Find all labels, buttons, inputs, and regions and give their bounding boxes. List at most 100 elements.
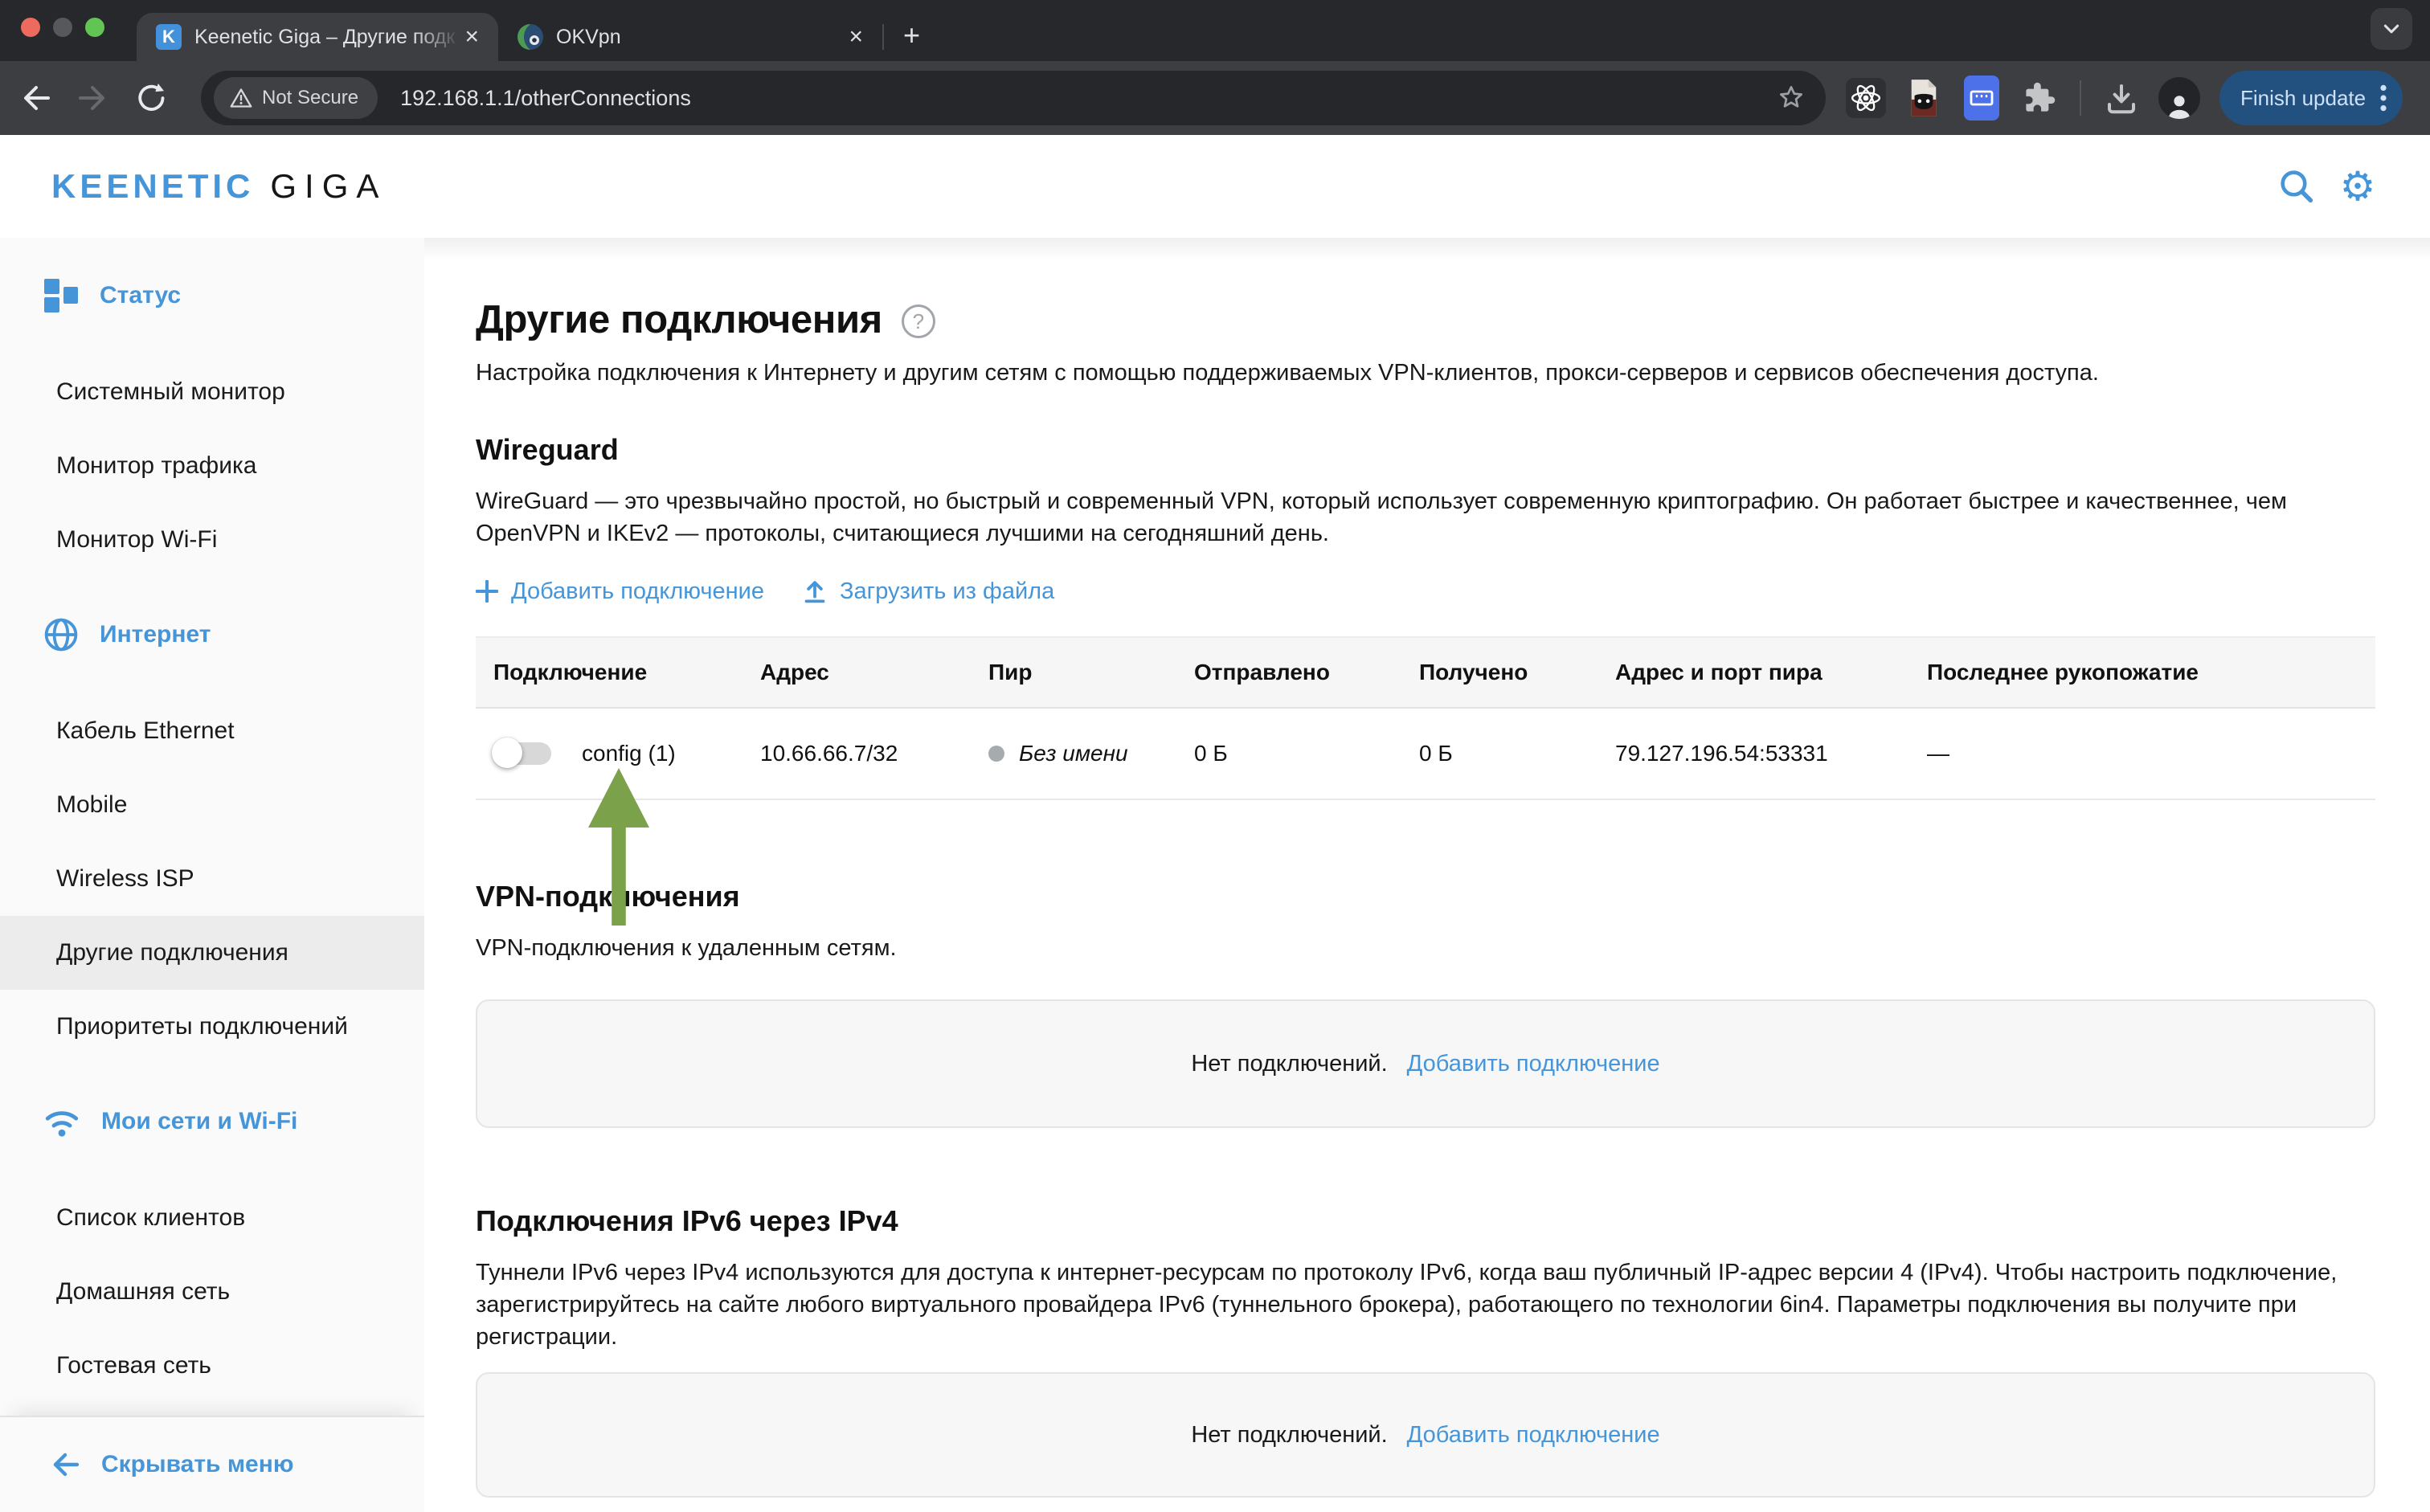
arrow-left-icon: [18, 80, 53, 116]
sidebar-item-label: Приоритеты подключений: [56, 1013, 348, 1040]
sidebar-section-label: Статус: [100, 282, 181, 309]
browser-tabstrip: K Keenetic Giga – Другие подк × OKVpn × …: [0, 0, 2430, 61]
sidebar-item-client-list[interactable]: Список клиентов: [0, 1181, 424, 1255]
sidebar-item-traffic-monitor[interactable]: Монитор трафика: [0, 429, 424, 503]
address-bar[interactable]: Not Secure 192.168.1.1/otherConnections: [201, 71, 1826, 125]
tab-title: OKVpn: [556, 26, 845, 49]
sidebar-section-my-networks[interactable]: Мои сети и Wi-Fi: [0, 1085, 424, 1159]
close-tab-icon[interactable]: ×: [461, 25, 482, 49]
page-title: Другие подключения: [476, 296, 882, 344]
extensions-button[interactable]: [2015, 74, 2064, 122]
overflow-menu-icon: [2380, 84, 2387, 112]
security-chip[interactable]: Not Secure: [214, 77, 378, 119]
sidebar-item-guest-network[interactable]: Гостевая сеть: [0, 1329, 424, 1403]
download-icon: [2104, 80, 2139, 116]
tab-keenetic[interactable]: K Keenetic Giga – Другие подк ×: [137, 13, 498, 61]
sidebar-item-home-network[interactable]: Домашняя сеть: [0, 1255, 424, 1329]
avatar: [2158, 77, 2200, 119]
peer-name: Без имени: [1019, 741, 1128, 766]
column-header: Последнее рукопожатие: [1927, 660, 2375, 685]
sidebar-item-other-connections[interactable]: Другие подключения: [0, 916, 424, 990]
sidebar-section-internet[interactable]: Интернет: [0, 598, 424, 672]
sidebar-item-connection-priorities[interactable]: Приоритеты подключений: [0, 990, 424, 1064]
reload-button[interactable]: [122, 69, 180, 127]
sidebar-item-label: Монитор Wi-Fi: [56, 526, 217, 554]
column-header: Адрес и порт пира: [1615, 660, 1927, 685]
new-tab-button[interactable]: +: [903, 21, 920, 50]
finish-update-button[interactable]: Finish update: [2219, 71, 2403, 125]
ipv6-empty-state: Нет подключений. Добавить подключение: [476, 1372, 2375, 1498]
screen: K Keenetic Giga – Другие подк × OKVpn × …: [0, 0, 2430, 1512]
tab-title: Keenetic Giga – Другие подк: [194, 26, 461, 49]
window-minimize-button[interactable]: [53, 18, 72, 37]
back-button[interactable]: [6, 69, 64, 127]
help-icon[interactable]: ?: [902, 304, 935, 338]
window-close-button[interactable]: [21, 18, 40, 37]
sidebar-section-status[interactable]: Статус: [0, 259, 424, 333]
connection-address: 10.66.66.7/32: [760, 741, 988, 766]
sidebar: Статус Системный монитор Монитор трафика…: [0, 238, 424, 1512]
arrow-right-icon: [76, 80, 111, 116]
extensions-area: [1842, 74, 2203, 122]
window-zoom-button[interactable]: [85, 18, 104, 37]
sidebar-item-label: Кабель Ethernet: [56, 717, 235, 745]
peer-endpoint: 79.127.196.54:53331: [1615, 741, 1927, 766]
mask-extension-button[interactable]: [1900, 74, 1948, 122]
peer-status-dot: [988, 746, 1004, 762]
connection-toggle[interactable]: [493, 742, 551, 765]
sidebar-item-label: Список клиентов: [56, 1204, 245, 1232]
vpn-add-connection-link[interactable]: Добавить подключение: [1407, 1051, 1660, 1077]
bookmark-star-icon[interactable]: [1776, 83, 1806, 113]
hide-menu-label: Скрывать меню: [101, 1451, 293, 1478]
sidebar-item-label: Гостевая сеть: [56, 1352, 211, 1379]
hide-menu-button[interactable]: Скрывать меню: [0, 1416, 424, 1512]
connection-sent: 0 Б: [1194, 741, 1419, 766]
sidebar-item-label: Монитор трафика: [56, 452, 256, 480]
okvpn-favicon: [518, 24, 543, 50]
load-from-file-link[interactable]: Загрузить из файла: [803, 578, 1054, 605]
sidebar-item-label: Домашняя сеть: [56, 1278, 230, 1306]
vpn-empty-state: Нет подключений. Добавить подключение: [476, 999, 2375, 1128]
column-header: Адрес: [760, 660, 988, 685]
add-connection-label: Добавить подключение: [511, 578, 764, 605]
upload-icon: [803, 579, 827, 603]
column-header: Получено: [1419, 660, 1615, 685]
vpn-description: VPN-подключения к удаленным сетям.: [476, 932, 2375, 964]
model-name: GIGA: [270, 167, 387, 206]
profile-button[interactable]: [2155, 74, 2203, 122]
measure-extension-button[interactable]: [1958, 74, 2006, 122]
sidebar-item-wireless-isp[interactable]: Wireless ISP: [0, 842, 424, 916]
downloads-button[interactable]: [2097, 74, 2146, 122]
column-header: Подключение: [493, 660, 760, 685]
settings-button[interactable]: ⚙: [2334, 162, 2382, 210]
close-tab-icon[interactable]: ×: [845, 25, 866, 49]
sidebar-item-ethernet-cable[interactable]: Кабель Ethernet: [0, 694, 424, 768]
last-handshake: —: [1927, 741, 2375, 766]
table-row[interactable]: config (1) 10.66.66.7/32 Без имени 0 Б 0…: [476, 709, 2375, 800]
finish-update-label: Finish update: [2240, 86, 2366, 111]
chevron-down-icon: [2380, 18, 2403, 40]
add-connection-link[interactable]: Добавить подключение: [476, 578, 764, 605]
react-devtools-extension-button[interactable]: [1842, 74, 1890, 122]
search-button[interactable]: [2272, 162, 2321, 210]
empty-text: Нет подключений.: [1191, 1422, 1387, 1449]
warning-icon: [230, 88, 252, 108]
sidebar-section-label: Интернет: [100, 621, 211, 648]
sidebar-item-wifi-monitor[interactable]: Монитор Wi-Fi: [0, 503, 424, 577]
sidebar-item-mobile[interactable]: Mobile: [0, 768, 424, 842]
security-label: Not Secure: [262, 87, 358, 109]
sidebar-item-label: Другие подключения: [56, 939, 288, 966]
sidebar-item-system-monitor[interactable]: Системный монитор: [0, 355, 424, 429]
forward-button[interactable]: [64, 69, 122, 127]
ipv6-add-connection-link[interactable]: Добавить подключение: [1407, 1422, 1660, 1449]
sidebar-item-label: Системный монитор: [56, 378, 285, 406]
wifi-icon: [43, 1104, 80, 1139]
atom-icon: [1846, 78, 1886, 118]
tab-search-button[interactable]: [2371, 8, 2412, 50]
empty-text: Нет подключений.: [1191, 1051, 1387, 1077]
wireguard-description: WireGuard — это чрезвычайно простой, но …: [476, 485, 2375, 550]
load-from-file-label: Загрузить из файла: [840, 578, 1054, 605]
main-content: Другие подключения ? Настройка подключен…: [424, 238, 2430, 1512]
tab-okvpn[interactable]: OKVpn ×: [498, 13, 882, 61]
connection-received: 0 Б: [1419, 741, 1615, 766]
